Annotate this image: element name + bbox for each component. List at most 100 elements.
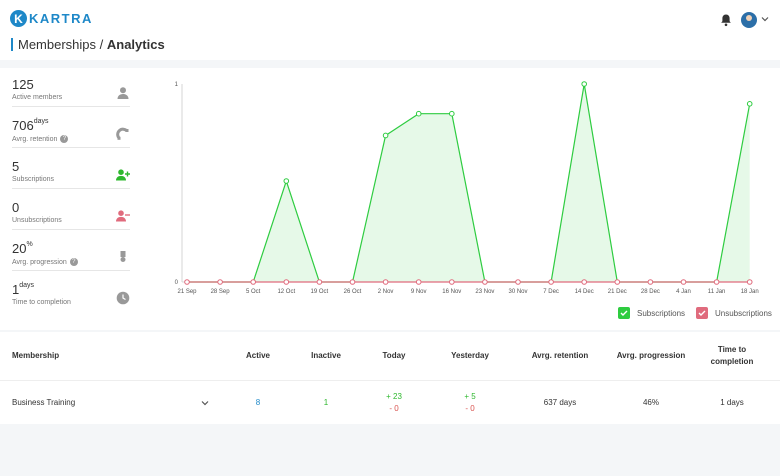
table-divider: [0, 380, 780, 381]
data-point-unsubscriptions: [250, 279, 256, 285]
row-avg-retention: 637 days: [543, 398, 577, 407]
stat-unsubscriptions: 0 Unsubscriptions: [12, 200, 130, 230]
stat-label: Unsubscriptions: [12, 217, 62, 224]
stat-subscriptions: 5 Subscriptions: [12, 159, 130, 189]
row-avg-progression: 46%: [642, 398, 659, 407]
data-point-unsubscriptions: [647, 279, 654, 285]
series-area-subscriptions: [187, 84, 750, 282]
row-today-plus: + 23: [386, 392, 402, 401]
data-point-unsubscriptions: [382, 279, 389, 285]
col-header-yesterday: Yesterday: [451, 351, 489, 360]
chevron-down-icon[interactable]: [760, 14, 770, 24]
row-time-to-completion: 1 days: [720, 398, 744, 407]
user-icon: [117, 87, 129, 99]
stat-value: 1days: [12, 282, 35, 297]
x-tick-label: 26 Oct: [344, 289, 362, 295]
data-point-unsubscriptions: [449, 279, 455, 285]
breadcrumb-current: Analytics: [106, 37, 165, 52]
data-point-unsubscriptions: [482, 279, 488, 285]
user-add-icon: [116, 169, 130, 181]
clock-icon: [116, 291, 130, 305]
magnet-icon: [116, 127, 129, 140]
x-tick-label: 30 Nov: [508, 289, 527, 295]
help-icon[interactable]: ?: [69, 258, 78, 266]
data-point-subscriptions: [382, 132, 389, 139]
x-tick-label: 12 Oct: [277, 289, 295, 295]
col-header-time-to-completion: Time to completion: [710, 345, 754, 366]
chevron-down-icon[interactable]: [200, 398, 210, 408]
data-point-subscriptions: [581, 81, 588, 87]
x-tick-label: 9 Nov: [411, 289, 427, 295]
data-point-unsubscriptions: [581, 279, 588, 285]
data-point-unsubscriptions: [614, 279, 621, 285]
x-tick-label: 23 Nov: [475, 289, 494, 295]
data-point-unsubscriptions: [415, 279, 422, 285]
data-point-unsubscriptions: [349, 279, 356, 285]
x-tick-label: 2 Nov: [378, 289, 394, 295]
user-remove-icon: [116, 210, 130, 222]
x-tick-label: 19 Oct: [311, 289, 329, 295]
data-point-unsubscriptions: [548, 279, 554, 285]
user-avatar[interactable]: [741, 12, 757, 28]
col-header-today: Today: [382, 351, 406, 360]
legend-label: Unsubscriptions: [715, 308, 772, 318]
col-header-membership: Membership: [12, 351, 60, 360]
stat-value: 125: [12, 77, 34, 92]
data-point-unsubscriptions: [515, 279, 521, 285]
help-icon[interactable]: ?: [60, 135, 69, 143]
subscriptions-chart: 0 1 21 Sep 28 Sep 5 Oct 12 Oct 19 Oct 26 Oct 2 N…: [175, 81, 759, 295]
stat-avg-retention: 706days Avrg. retention?: [12, 118, 130, 148]
data-point-unsubscriptions: [316, 279, 323, 285]
bell-icon[interactable]: [719, 13, 733, 27]
logo-mark: K: [10, 10, 27, 27]
award-icon: [120, 251, 126, 262]
legend-subscriptions[interactable]: Subscriptions: [618, 307, 685, 319]
kartra-logo[interactable]: K KARTRA: [10, 10, 93, 27]
legend-label: Subscriptions: [637, 308, 686, 318]
stat-avg-progression: 20% Avrg. progression?: [12, 241, 130, 271]
x-tick-label: 28 Dec: [641, 289, 660, 295]
x-tick-label: 11 Jan: [708, 289, 726, 295]
stat-label: Avrg. retention?: [12, 135, 69, 143]
legend-unsubscriptions[interactable]: Unsubscriptions: [696, 307, 772, 319]
stat-value: 5: [12, 159, 20, 174]
data-point-subscriptions: [746, 101, 753, 107]
stat-active-members: 125 Active members: [12, 77, 130, 107]
y-tick-label: 0: [175, 280, 179, 286]
x-tick-label: 7 Dec: [543, 289, 559, 295]
row-membership-name[interactable]: Business Training: [12, 398, 75, 407]
stat-value: 0: [12, 200, 20, 215]
col-header-active: Active: [245, 351, 270, 360]
stat-time-to-completion: 1days Time to completion: [12, 282, 130, 312]
col-header-avg-progression: Avrg. progression: [616, 351, 686, 360]
x-tick-label: 5 Oct: [246, 289, 261, 295]
row-inactive-count[interactable]: 1: [296, 398, 356, 407]
row-yesterday-plus: + 5: [464, 392, 476, 401]
data-point-subscriptions: [283, 178, 290, 184]
y-tick-label: 1: [175, 82, 179, 88]
breadcrumb-separator: /: [96, 37, 107, 52]
data-point-unsubscriptions: [283, 279, 290, 285]
logo-text: KARTRA: [29, 11, 93, 26]
col-header-avg-retention: Avrg. retention: [531, 351, 589, 360]
row-yesterday-minus: - 0: [465, 404, 475, 413]
x-tick-label: 21 Sep: [177, 289, 197, 295]
checkbox-icon: [618, 307, 630, 319]
title-accent: [11, 38, 13, 51]
x-tick-label: 4 Jan: [676, 289, 691, 295]
x-tick-label: 18 Jan: [741, 289, 759, 295]
data-point-subscriptions: [415, 110, 422, 117]
data-point-unsubscriptions: [746, 279, 753, 285]
data-point-subscriptions: [449, 110, 455, 117]
row-active-count[interactable]: 8: [228, 398, 288, 407]
stat-value: 20%: [12, 241, 33, 256]
col-header-inactive: Inactive: [311, 351, 341, 360]
stat-label: Subscriptions: [12, 176, 55, 183]
data-point-unsubscriptions: [184, 279, 190, 285]
data-point-unsubscriptions: [680, 279, 687, 285]
row-today-minus: - 0: [389, 404, 399, 413]
chart-areas: [187, 83, 751, 283]
breadcrumb-parent[interactable]: Memberships: [18, 37, 96, 52]
data-point-unsubscriptions: [217, 279, 223, 285]
x-tick-label: 14 Dec: [575, 289, 594, 295]
